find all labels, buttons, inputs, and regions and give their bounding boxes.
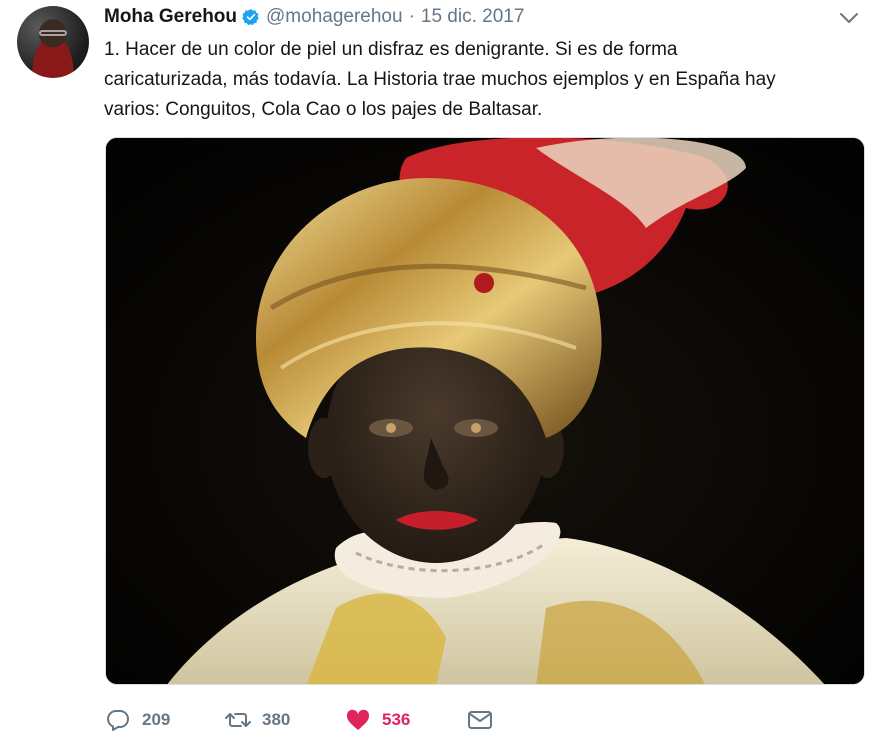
like-button[interactable]: 536 <box>344 705 466 735</box>
tweet-text: 1. Hacer de un color de piel un disfraz … <box>104 35 864 125</box>
envelope-icon <box>466 708 494 732</box>
chevron-down-icon[interactable] <box>838 10 860 26</box>
tweet-date[interactable]: 15 dic. 2017 <box>421 6 525 28</box>
tweet-line: caricaturizada, más todavía. La Historia… <box>104 69 776 90</box>
retweet-icon <box>224 708 252 732</box>
reply-button[interactable]: 209 <box>104 705 224 735</box>
heart-icon <box>344 708 372 732</box>
avatar[interactable] <box>17 6 89 78</box>
separator-dot: · <box>408 6 415 27</box>
verified-badge-icon <box>242 8 260 26</box>
glasses-detail <box>39 30 67 36</box>
author-name[interactable]: Moha Gerehou <box>104 6 237 28</box>
tweet-photo[interactable] <box>105 137 865 685</box>
direct-message-button[interactable] <box>466 705 494 735</box>
like-count: 536 <box>382 710 411 729</box>
retweet-count: 380 <box>262 710 291 729</box>
photo-image <box>106 138 864 684</box>
tweet-actions: 209 380 536 <box>104 705 494 735</box>
author-handle[interactable]: @mohagerehou <box>266 6 403 28</box>
tweet-header: Moha Gerehou @mohagerehou · 15 dic. 2017 <box>104 5 524 29</box>
reply-count: 209 <box>142 710 171 729</box>
retweet-button[interactable]: 380 <box>224 705 344 735</box>
tweet-line: varios: Conguitos, Cola Cao o los pajes … <box>104 99 543 120</box>
reply-icon <box>104 708 132 732</box>
tweet-line: 1. Hacer de un color de piel un disfraz … <box>104 39 678 60</box>
